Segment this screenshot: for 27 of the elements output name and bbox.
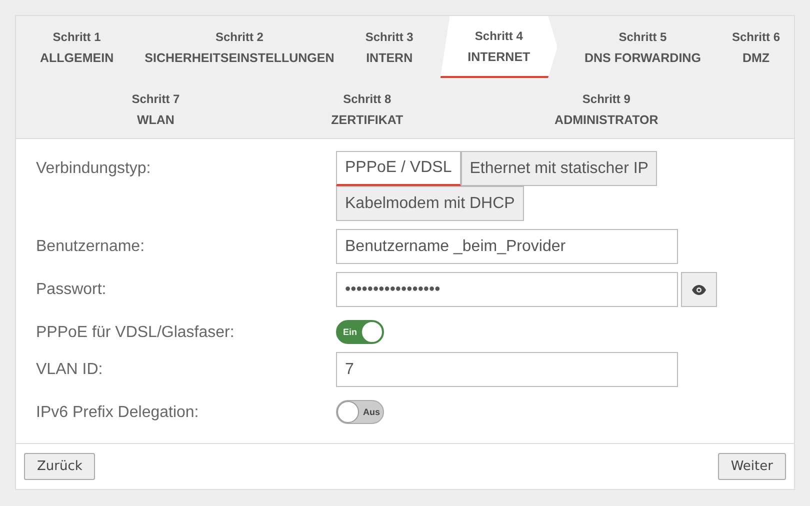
eye-icon <box>692 284 706 294</box>
step-tab[interactable]: Schritt 9 ADMINISTRATOR <box>550 86 662 132</box>
connection-type-option[interactable]: Kabelmodem mit DHCP <box>336 186 524 221</box>
field-label: Passwort: <box>36 280 108 299</box>
toggle-switch[interactable]: Aus <box>336 400 384 424</box>
field-label: Verbindungstyp: <box>36 159 152 178</box>
step-tab[interactable]: Schritt 6 DMZ <box>728 16 784 78</box>
connection-type-option[interactable]: PPPoE / VDSL <box>336 151 461 186</box>
password-field[interactable]: ••••••••••••••••• <box>336 272 678 307</box>
step-tab[interactable]: Schritt 2 SICHERHEITSEINSTELLUNGEN <box>140 16 338 78</box>
input-field[interactable]: 7 <box>336 352 678 387</box>
toggle-switch[interactable]: Ein <box>336 320 384 344</box>
next-button[interactable]: Weiter <box>718 453 786 480</box>
step-tab[interactable]: Schritt 8 ZERTIFIKAT <box>327 86 408 132</box>
step-tab[interactable]: Schritt 7 WLAN <box>128 86 184 132</box>
step-tab[interactable]: Schritt 1 ALLGEMEIN <box>36 16 118 78</box>
field-label: IPv6 Prefix Delegation: <box>36 403 200 422</box>
step-tab[interactable]: Schritt 5 DNS FORWARDING <box>580 16 705 78</box>
step-tab[interactable]: Schritt 4 INTERNET <box>440 16 558 78</box>
step-tab[interactable]: Schritt 3 INTERN <box>361 16 418 78</box>
field-label: VLAN ID: <box>36 360 104 379</box>
field-label: Benutzername: <box>36 237 146 256</box>
connection-type-option[interactable]: Ethernet mit statischer IP <box>460 151 658 186</box>
field-label: PPPoE für VDSL/Glasfaser: <box>36 323 236 342</box>
show-password-button[interactable] <box>681 272 717 307</box>
back-button[interactable]: Zurück <box>24 453 96 480</box>
input-field[interactable]: Benutzername _beim_Provider <box>336 229 678 264</box>
